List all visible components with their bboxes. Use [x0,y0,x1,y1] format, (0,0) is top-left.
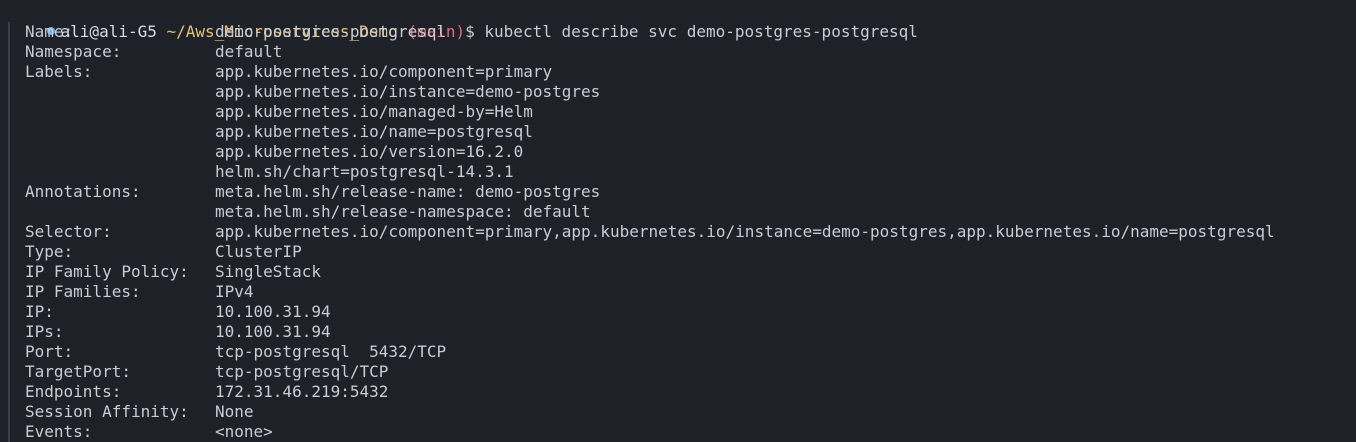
field-value: app.kubernetes.io/managed-by=Helm [215,102,533,121]
output-row: app.kubernetes.io/managed-by=Helm [0,102,1356,122]
field-value: ClusterIP [215,242,302,261]
field-key: Session Affinity: [25,402,189,421]
field-value: None [215,402,254,421]
field-value: helm.sh/chart=postgresql-14.3.1 [215,162,514,181]
output-row: Session Affinity: None [0,402,1356,422]
field-key: Namespace: [25,42,122,61]
output-row: Events: <none> [0,422,1356,442]
field-value: app.kubernetes.io/component=primary [215,62,553,81]
field-value: app.kubernetes.io/component=primary,app.… [215,222,1275,241]
output-row: Annotations: meta.helm.sh/release-name: d… [0,182,1356,202]
field-key: IP: [25,302,54,321]
field-key: Labels: [25,62,93,81]
field-value: IPv4 [215,282,254,301]
field-value: app.kubernetes.io/version=16.2.0 [215,142,524,161]
field-value: tcp-postgresql 5432/TCP [215,342,447,361]
field-value: SingleStack [215,262,321,281]
output-row: IPs: 10.100.31.94 [0,322,1356,342]
field-value: 10.100.31.94 [215,322,331,341]
output-row: Selector: app.kubernetes.io/component=pri… [0,222,1356,242]
field-key: TargetPort: [25,362,131,381]
output-row: app.kubernetes.io/instance=demo-postgres [0,82,1356,102]
terminal-window[interactable]: ali@ali-G5 ~/Aws_Microservices_Demo (mai… [0,0,1356,442]
output-row: Namespace: default [0,42,1356,62]
command-output: Name: demo-postgres-postgresql Namespace: d… [0,22,1356,442]
output-row: IP Families: IPv4 [0,282,1356,302]
output-row: helm.sh/chart=postgresql-14.3.1 [0,162,1356,182]
field-value: meta.helm.sh/release-namespace: default [215,202,591,221]
output-row: IP Family Policy: SingleStack [0,262,1356,282]
output-row: Port: tcp-postgresql 5432/TCP [0,342,1356,362]
field-value: app.kubernetes.io/instance=demo-postgres [215,82,601,101]
field-value: app.kubernetes.io/name=postgresql [215,122,533,141]
prompt-line: ali@ali-G5 ~/Aws_Microservices_Demo (mai… [0,2,1356,41]
field-key: Endpoints: [25,382,122,401]
field-value: demo-postgres-postgresql [215,22,447,41]
output-row: TargetPort: tcp-postgresql/TCP [0,362,1356,382]
output-row: Endpoints: 172.31.46.219:5432 [0,382,1356,402]
field-value: tcp-postgresql/TCP [215,362,389,381]
output-row: app.kubernetes.io/name=postgresql [0,122,1356,142]
field-value: default [215,42,283,61]
field-key: Name: [25,22,74,41]
field-key: Annotations: [25,182,141,201]
output-row: Labels: app.kubernetes.io/component=prima… [0,62,1356,82]
field-key: IP Families: [25,282,141,301]
field-value: 172.31.46.219:5432 [215,382,389,401]
field-key: IPs: [25,322,64,341]
field-key: Selector: [25,222,112,241]
output-row: app.kubernetes.io/version=16.2.0 [0,142,1356,162]
output-row: Type: ClusterIP [0,242,1356,262]
output-row: meta.helm.sh/release-namespace: default [0,202,1356,222]
output-row: IP: 10.100.31.94 [0,302,1356,322]
field-key: Events: [25,422,93,441]
field-value: meta.helm.sh/release-name: demo-postgres [215,182,601,201]
field-key: Type: [25,242,74,261]
field-key: IP Family Policy: [25,262,189,281]
output-row: Name: demo-postgres-postgresql [0,22,1356,42]
field-value: 10.100.31.94 [215,302,331,321]
field-value: <none> [215,422,273,441]
field-key: Port: [25,342,74,361]
